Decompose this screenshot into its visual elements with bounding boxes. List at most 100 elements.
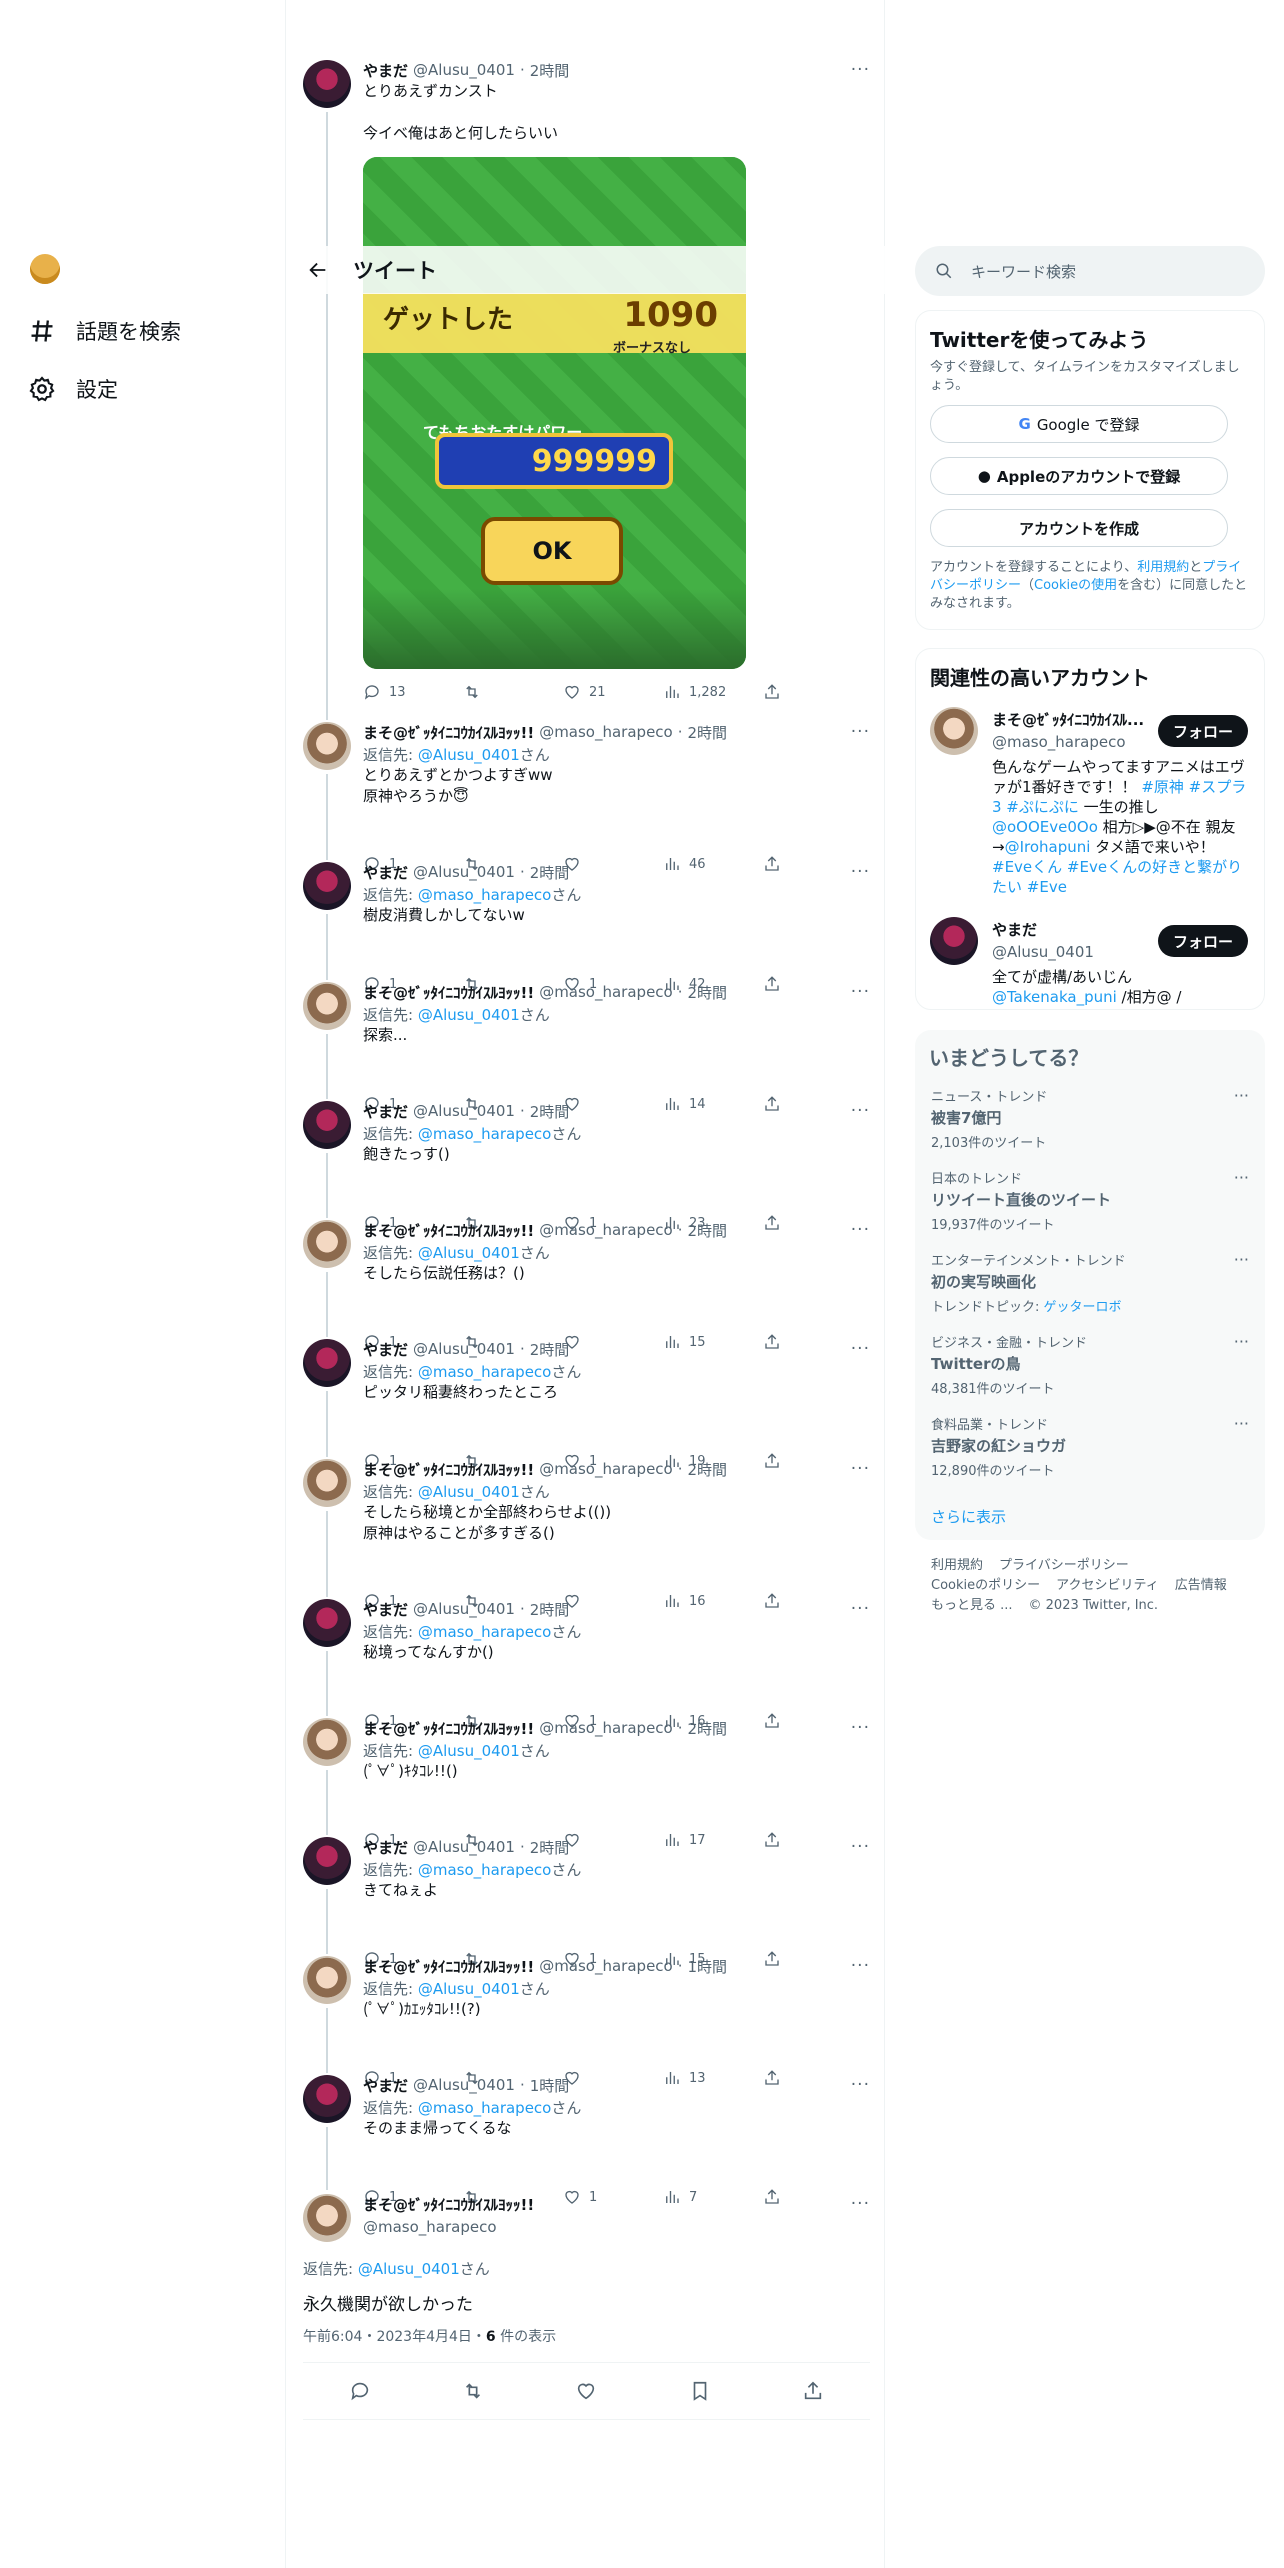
tweet-time[interactable]: 2時間 <box>530 1101 570 1122</box>
more-options-button[interactable]: ··· <box>851 1101 870 1121</box>
avatar[interactable] <box>930 917 978 965</box>
more-options-button[interactable]: ··· <box>851 2075 870 2095</box>
reply-button[interactable]: 13 <box>363 683 463 701</box>
author-handle[interactable]: @Alusu_0401 <box>413 1838 515 1856</box>
more-options-button[interactable]: ··· <box>1234 1086 1249 1105</box>
author-handle[interactable]: @Alusu_0401 <box>413 61 515 79</box>
tweet-time[interactable]: 午前6:04・2023年4月4日・ <box>303 2329 486 2345</box>
author-handle[interactable]: @Alusu_0401 <box>413 1340 515 1358</box>
author-name[interactable]: まそ@ｾﾞｯﾀｲﾆｺｳｶｲｽﾙﾖｯｯ!! <box>363 1718 534 1739</box>
more-options-button[interactable]: ··· <box>851 1339 870 1359</box>
tweet[interactable]: まそ@ｾﾞｯﾀｲﾆｺｳｶｲｽﾙﾖｯｯ!! @maso_harapeco · 2時間 ··… <box>286 1212 886 1350</box>
tweet[interactable]: まそ@ｾﾞｯﾀｲﾆｺｳｶｲｽﾙﾖｯｯ!! @maso_harapeco · 2時間 ··… <box>286 714 886 872</box>
author-name[interactable]: やまだ <box>363 862 408 883</box>
more-options-button[interactable]: ··· <box>851 982 870 1002</box>
retweet-icon[interactable] <box>462 2380 484 2402</box>
author-name[interactable]: まそ@ｾﾞｯﾀｲﾆｺｳｶｲｽﾙﾖｯｯ!! <box>363 2194 534 2215</box>
create-account-button[interactable]: アカウントを作成 <box>930 509 1228 547</box>
more-options-button[interactable]: ··· <box>851 1956 870 1976</box>
author-handle[interactable]: @maso_harapeco <box>539 1221 673 1239</box>
reply-to-link[interactable]: @Alusu_0401 <box>418 1244 520 1262</box>
bio-segment[interactable]: @oOOEve0Oo <box>992 818 1098 836</box>
trend-topic-link[interactable]: ゲッターロボ <box>1044 1300 1122 1315</box>
tweet-time[interactable]: 1時間 <box>530 2075 570 2096</box>
retweet-button[interactable] <box>463 683 563 701</box>
author-handle[interactable]: @Alusu_0401 <box>413 2076 515 2094</box>
tweet[interactable]: まそ@ｾﾞｯﾀｲﾆｺｳｶｲｽﾙﾖｯｯ!! @maso_harapeco · 1時間 ··… <box>286 1948 886 2086</box>
share-button[interactable] <box>763 683 781 701</box>
tweet[interactable]: まそ@ｾﾞｯﾀｲﾆｺｳｶｲｽﾙﾖｯｯ!! @maso_harapeco · 2時間 ··… <box>286 1710 886 1848</box>
author-name[interactable]: やまだ <box>363 1837 408 1858</box>
logo-icon[interactable] <box>30 254 60 284</box>
tweet-time[interactable]: 2時間 <box>530 1837 570 1858</box>
reply-to-link[interactable]: @maso_harapeco <box>418 1623 552 1641</box>
tweet-time[interactable]: 2時間 <box>530 1599 570 1620</box>
footer-link[interactable]: 利用規約 <box>931 1556 983 1576</box>
footer-link[interactable]: プライバシーポリシー <box>999 1556 1129 1576</box>
more-options-button[interactable]: ··· <box>851 1459 870 1479</box>
more-options-button[interactable]: ··· <box>1234 1414 1249 1433</box>
account-name[interactable]: やまだ <box>992 919 1152 940</box>
avatar[interactable] <box>930 707 978 755</box>
tweet-time[interactable]: 2時間 <box>688 722 728 743</box>
author-name[interactable]: まそ@ｾﾞｯﾀｲﾆｺｳｶｲｽﾙﾖｯｯ!! <box>363 1220 534 1241</box>
author-handle[interactable]: @Alusu_0401 <box>413 1600 515 1618</box>
follow-button[interactable]: フォロー <box>1158 715 1248 747</box>
avatar[interactable] <box>303 60 351 108</box>
trend-item[interactable]: 食料品業・トレンド 吉野家の紅ショウガ 12,890件のツイート ··· <box>931 1414 1249 1479</box>
author-name[interactable]: やまだ <box>363 1101 408 1122</box>
reply-to-link[interactable]: @Alusu_0401 <box>418 1742 520 1760</box>
tweet[interactable]: やまだ @Alusu_0401 · 1時間 ··· 返信先: @maso_harapeco… <box>286 2067 886 2205</box>
tweet-time[interactable]: 2時間 <box>688 1459 728 1480</box>
reply-to-link[interactable]: @Alusu_0401 <box>418 1483 520 1501</box>
author-handle[interactable]: @Alusu_0401 <box>413 863 515 881</box>
author-handle[interactable]: @maso_harapeco <box>539 723 673 741</box>
more-options-button[interactable]: ··· <box>1234 1332 1249 1351</box>
account-handle[interactable]: @Alusu_0401 <box>992 943 1152 961</box>
avatar[interactable] <box>303 982 351 1030</box>
avatar[interactable] <box>303 1101 351 1149</box>
trend-item[interactable]: ニュース・トレンド 被害7億円 2,103件のツイート ··· <box>931 1086 1249 1151</box>
search-input[interactable]: キーワード検索 <box>971 261 1076 282</box>
more-options-button[interactable]: ··· <box>851 722 870 742</box>
tweet-time[interactable]: 2時間 <box>530 862 570 883</box>
bio-segment[interactable]: @Irohapuni <box>1005 838 1091 856</box>
avatar[interactable] <box>303 1459 351 1507</box>
back-button[interactable] <box>303 255 333 285</box>
author-name[interactable]: やまだ <box>363 60 408 81</box>
tweet-image[interactable]: ゲットした 1090 ボーナスなし てもちおたすけパワー 999999 OK <box>363 157 746 669</box>
bio-segment[interactable]: @Takenaka_puni <box>992 988 1117 1006</box>
account-name[interactable]: まそ@ｾﾞｯﾀｲﾆｺｳｶｲｽﾙ... <box>992 709 1152 730</box>
tweet-time[interactable]: 1時間 <box>688 1956 728 1977</box>
reply-to-link[interactable]: @maso_harapeco <box>418 1861 552 1879</box>
cookie-link[interactable]: Cookieの使用 <box>1034 578 1117 593</box>
avatar[interactable] <box>303 2075 351 2123</box>
tweet-time[interactable]: 2時間 <box>688 1718 728 1739</box>
avatar[interactable] <box>303 1339 351 1387</box>
reply-to-link[interactable]: @maso_harapeco <box>418 1125 552 1143</box>
tweet[interactable]: やまだ @Alusu_0401 · 2時間 ··· 返信先: @maso_harapeco… <box>286 854 886 992</box>
tweet[interactable]: やまだ @Alusu_0401 · 2時間 ··· 返信先: @maso_harapeco… <box>286 1591 886 1729</box>
author-handle[interactable]: @maso_harapeco <box>539 983 673 1001</box>
bookmark-icon[interactable] <box>689 2380 711 2402</box>
reply-to-link[interactable]: @maso_harapeco <box>418 1363 552 1381</box>
more-options-button[interactable]: ··· <box>851 1718 870 1738</box>
author-name[interactable]: やまだ <box>363 1599 408 1620</box>
footer-link[interactable]: 広告情報 <box>1175 1576 1227 1596</box>
bio-segment[interactable]: #Eveくん #Eveくんの好きと繋がりたい #Eve <box>992 858 1242 896</box>
footer-link[interactable]: Cookieのポリシー <box>931 1576 1040 1596</box>
trend-item[interactable]: 日本のトレンド リツイート直後のツイート 19,937件のツイート ··· <box>931 1168 1249 1233</box>
views-button[interactable]: 1,282 <box>663 683 763 701</box>
more-options-button[interactable]: ··· <box>851 1220 870 1240</box>
share-icon[interactable] <box>802 2380 824 2402</box>
footer-link[interactable]: アクセシビリティ <box>1056 1576 1159 1596</box>
author-handle[interactable]: @maso_harapeco <box>539 1719 673 1737</box>
account-handle[interactable]: @maso_harapeco <box>992 733 1152 751</box>
terms-link[interactable]: 利用規約 <box>1137 560 1189 575</box>
author-handle[interactable]: @Alusu_0401 <box>413 1102 515 1120</box>
follow-button[interactable]: フォロー <box>1158 925 1248 957</box>
reply-to-link[interactable]: @Alusu_0401 <box>358 2260 460 2278</box>
author-name[interactable]: まそ@ｾﾞｯﾀｲﾆｺｳｶｲｽﾙﾖｯｯ!! <box>363 1956 534 1977</box>
search-box[interactable]: キーワード検索 <box>915 246 1265 296</box>
avatar[interactable] <box>303 2194 351 2242</box>
